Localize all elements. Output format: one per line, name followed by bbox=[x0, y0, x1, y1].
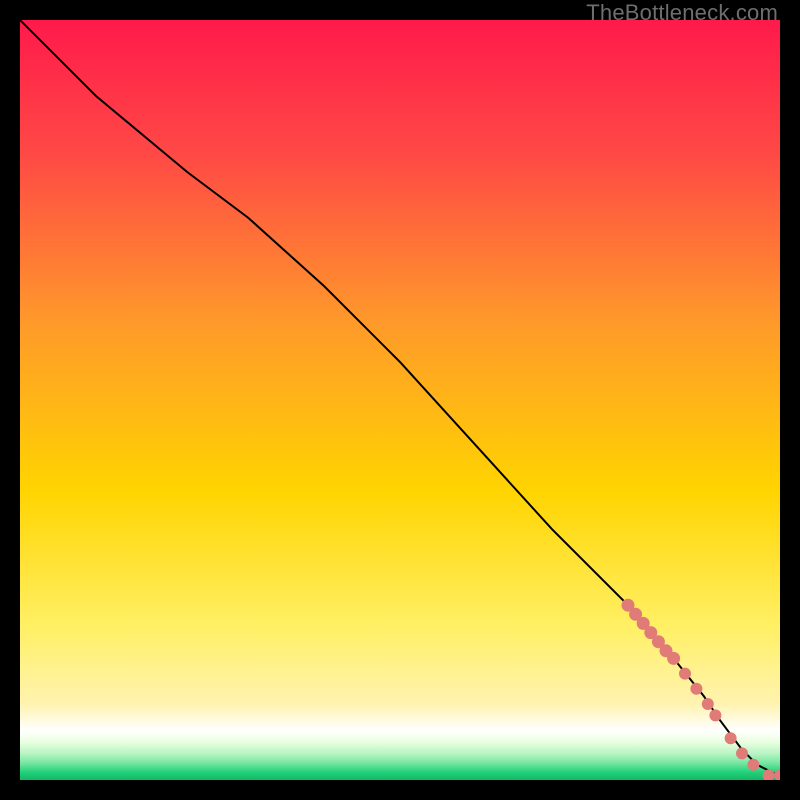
data-point bbox=[667, 652, 680, 665]
data-point bbox=[736, 747, 748, 759]
data-point bbox=[702, 698, 714, 710]
data-point bbox=[679, 668, 691, 680]
data-point bbox=[709, 709, 721, 721]
data-point bbox=[725, 732, 737, 744]
data-point bbox=[747, 759, 759, 771]
data-point bbox=[690, 683, 702, 695]
gradient-background bbox=[20, 20, 780, 780]
chart-root: { "watermark": "TheBottleneck.com", "col… bbox=[0, 0, 800, 800]
plot-area bbox=[20, 20, 780, 780]
chart-svg bbox=[20, 20, 780, 780]
